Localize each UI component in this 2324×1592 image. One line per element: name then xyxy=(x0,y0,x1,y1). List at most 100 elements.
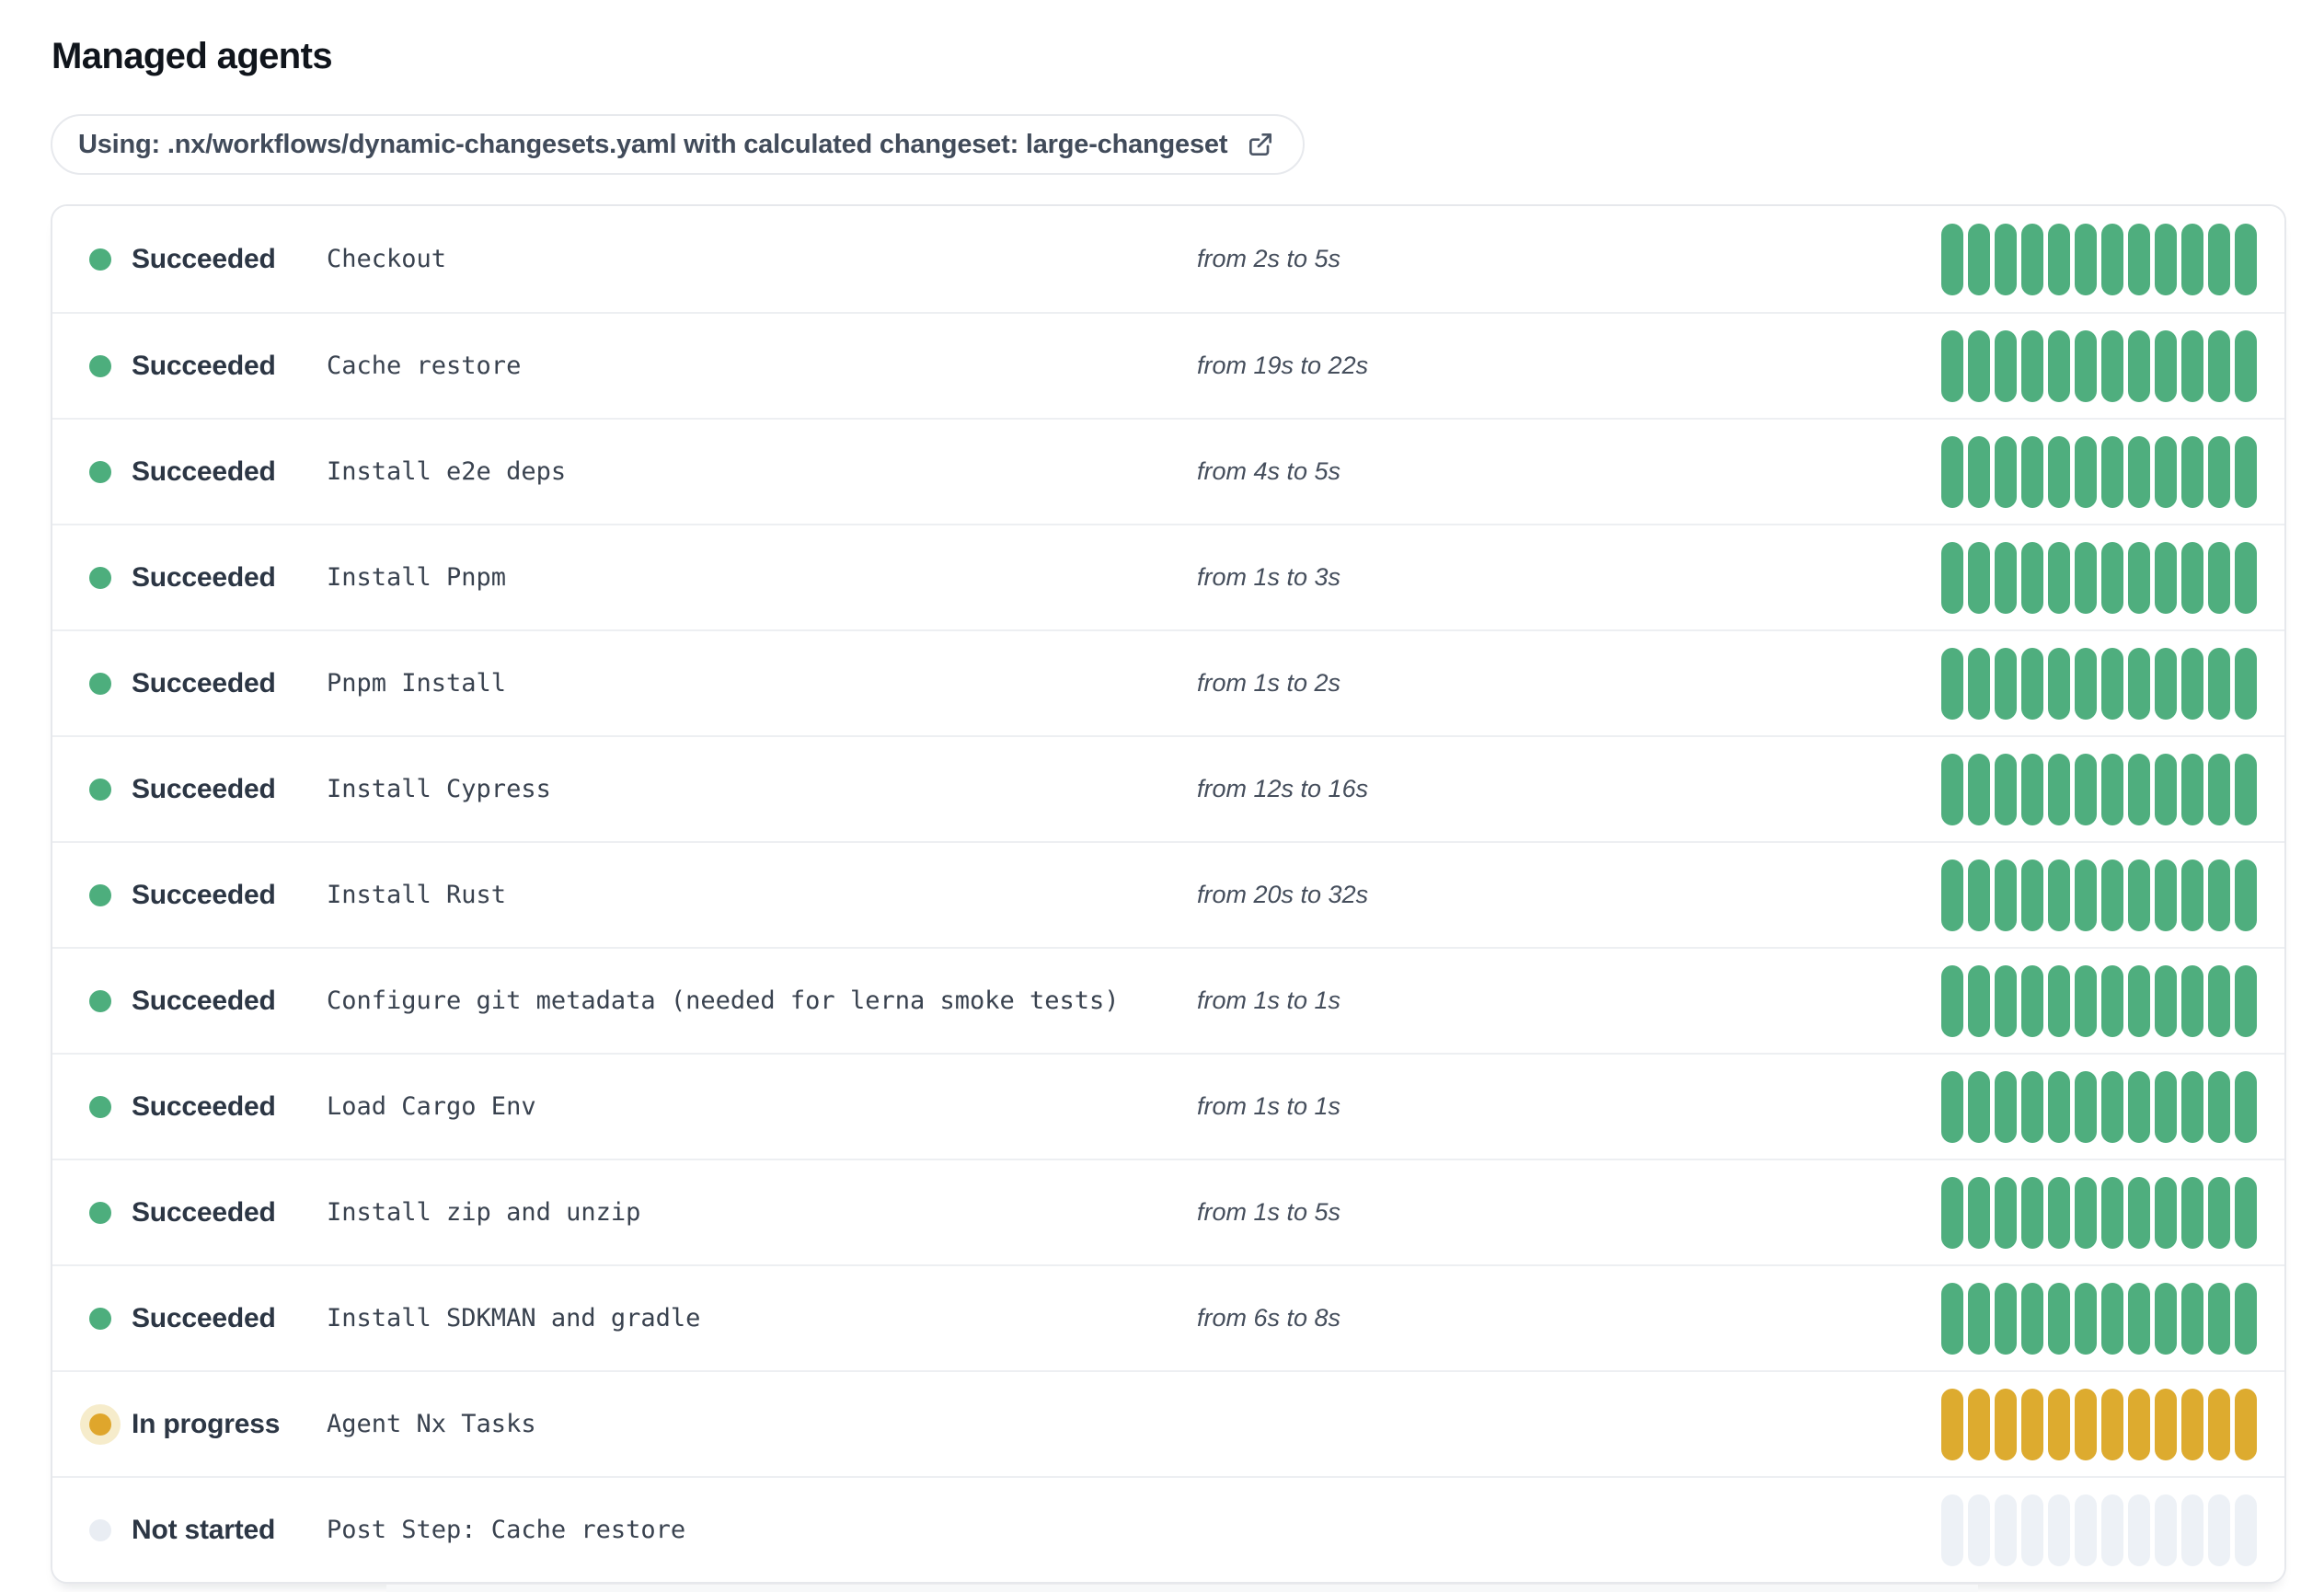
progress-bar-segment xyxy=(1995,1282,2017,1355)
progress-bar-segment xyxy=(2048,647,2070,720)
progress-bar-segment xyxy=(1941,1176,1963,1249)
agent-row[interactable]: Succeeded Install SDKMAN and gradle from… xyxy=(52,1264,2284,1370)
step-status: Succeeded xyxy=(89,880,327,911)
progress-bar-segment xyxy=(2021,329,2043,402)
agent-row[interactable]: Succeeded Load Cargo Env from 1s to 1s xyxy=(52,1053,2284,1159)
agent-row[interactable]: Succeeded Cache restore from 19s to 22s xyxy=(52,312,2284,418)
progress-bar-segment xyxy=(1941,329,1963,402)
workflow-chip[interactable]: Using: .nx/workflows/dynamic-changesets.… xyxy=(51,114,1306,175)
status-label: Succeeded xyxy=(132,350,276,381)
progress-bars xyxy=(1941,435,2257,508)
progress-bar-segment xyxy=(1968,753,1990,825)
progress-bar-segment xyxy=(2208,329,2230,402)
progress-bar-segment xyxy=(1995,753,2017,825)
step-status: Succeeded xyxy=(89,456,327,488)
progress-bar-segment xyxy=(1968,1070,1990,1143)
status-dot xyxy=(89,460,111,483)
status-label: Succeeded xyxy=(132,1302,276,1333)
progress-bar-segment xyxy=(2101,964,2123,1037)
progress-bar-segment xyxy=(2021,1282,2043,1355)
agent-row[interactable]: Succeeded Install Pnpm from 1s to 3s xyxy=(52,524,2284,629)
step-name: Post Step: Cache restore xyxy=(327,1516,686,1544)
step-status: Succeeded xyxy=(89,1303,327,1334)
progress-bar-segment xyxy=(2021,753,2043,825)
progress-bar-segment xyxy=(1941,223,1963,295)
progress-bar-segment xyxy=(2101,223,2123,295)
progress-bar-segment xyxy=(2181,541,2203,614)
progress-bar-segment xyxy=(2075,329,2097,402)
progress-bar-segment xyxy=(1941,1388,1963,1460)
status-label: Succeeded xyxy=(132,667,276,698)
progress-bar-segment xyxy=(2128,541,2150,614)
progress-bar-segment xyxy=(2181,329,2203,402)
progress-bar-segment xyxy=(2155,1388,2177,1460)
progress-bar-segment xyxy=(2235,1282,2257,1355)
progress-bar-segment xyxy=(1968,435,1990,508)
agent-row[interactable]: Not started Post Step: Cache restore xyxy=(52,1476,2284,1582)
progress-bars xyxy=(1941,964,2257,1037)
progress-bar-segment xyxy=(2075,1282,2097,1355)
progress-bar-segment xyxy=(2101,1070,2123,1143)
progress-bar-segment xyxy=(2075,1388,2097,1460)
progress-bar-segment xyxy=(2155,329,2177,402)
status-dot xyxy=(89,248,111,271)
progress-bar-segment xyxy=(1941,1282,1963,1355)
step-duration: from 4s to 5s xyxy=(1197,457,1341,485)
progress-bar-segment xyxy=(2048,541,2070,614)
progress-bar-segment xyxy=(2155,753,2177,825)
step-status: Succeeded xyxy=(89,986,327,1017)
workflow-chip-label: Using: .nx/workflows/dynamic-changesets.… xyxy=(78,129,1228,159)
progress-bar-segment xyxy=(2075,1494,2097,1566)
agent-row[interactable]: In progress Agent Nx Tasks xyxy=(52,1370,2284,1476)
external-link-icon[interactable] xyxy=(1246,130,1275,159)
progress-bar-segment xyxy=(2101,1494,2123,1566)
progress-bar-segment xyxy=(2021,1494,2043,1566)
progress-bar-segment xyxy=(2048,1282,2070,1355)
progress-bar-segment xyxy=(2235,753,2257,825)
agent-row[interactable]: Succeeded Install Rust from 20s to 32s xyxy=(52,841,2284,947)
progress-bar-segment xyxy=(2075,541,2097,614)
progress-bar-segment xyxy=(2235,223,2257,295)
progress-bar-segment xyxy=(2048,859,2070,931)
status-dot xyxy=(89,566,111,589)
progress-bar-segment xyxy=(2235,964,2257,1037)
status-dot xyxy=(89,1518,111,1541)
progress-bar-segment xyxy=(2075,647,2097,720)
progress-bar-segment xyxy=(1941,859,1963,931)
progress-bar-segment xyxy=(2128,435,2150,508)
progress-bar-segment xyxy=(2128,964,2150,1037)
progress-bars xyxy=(1941,1070,2257,1143)
progress-bar-segment xyxy=(2181,223,2203,295)
progress-bar-segment xyxy=(2021,964,2043,1037)
progress-bar-segment xyxy=(2101,329,2123,402)
progress-bar-segment xyxy=(1941,753,1963,825)
step-duration: from 1s to 5s xyxy=(1197,1198,1341,1226)
agent-row[interactable]: Succeeded Pnpm Install from 1s to 2s xyxy=(52,629,2284,735)
progress-bar-segment xyxy=(2208,435,2230,508)
agent-row[interactable]: Succeeded Install e2e deps from 4s to 5s xyxy=(52,418,2284,524)
progress-bars xyxy=(1941,859,2257,931)
step-status: Succeeded xyxy=(89,668,327,699)
progress-bar-segment xyxy=(2155,223,2177,295)
progress-bar-segment xyxy=(1968,859,1990,931)
next-section-peek xyxy=(386,1585,1978,1592)
progress-bars xyxy=(1941,541,2257,614)
progress-bar-segment xyxy=(2155,1494,2177,1566)
progress-bar-segment xyxy=(2021,647,2043,720)
progress-bars xyxy=(1941,1388,2257,1460)
progress-bar-segment xyxy=(2048,964,2070,1037)
progress-bar-segment xyxy=(2235,435,2257,508)
progress-bar-segment xyxy=(2181,435,2203,508)
agent-row[interactable]: Succeeded Install Cypress from 12s to 16… xyxy=(52,735,2284,841)
status-label: Succeeded xyxy=(132,985,276,1016)
progress-bars xyxy=(1941,647,2257,720)
agent-row[interactable]: Succeeded Install zip and unzip from 1s … xyxy=(52,1159,2284,1264)
progress-bar-segment xyxy=(2128,1282,2150,1355)
progress-bar-segment xyxy=(2101,1176,2123,1249)
agent-row[interactable]: Succeeded Configure git metadata (needed… xyxy=(52,947,2284,1053)
progress-bar-segment xyxy=(2101,753,2123,825)
agent-row[interactable]: Succeeded Checkout from 2s to 5s xyxy=(52,206,2284,312)
progress-bar-segment xyxy=(1995,329,2017,402)
status-dot xyxy=(89,1095,111,1118)
step-duration: from 6s to 8s xyxy=(1197,1304,1341,1332)
